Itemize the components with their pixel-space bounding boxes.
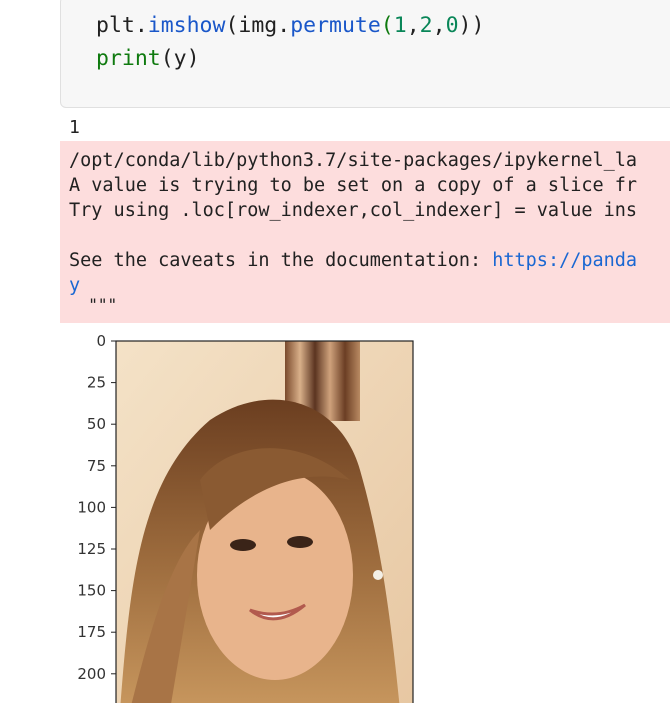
notebook-page: plt.imshow(img.permute(1,2,0)) print(y) … bbox=[0, 0, 670, 703]
y-tick-label: 175 bbox=[77, 623, 106, 641]
y-tick-label: 100 bbox=[77, 498, 106, 516]
portrait-image bbox=[116, 341, 413, 703]
code-line-1: plt.imshow(img.permute(1,2,0)) bbox=[96, 13, 485, 38]
y-tick-label: 150 bbox=[77, 582, 106, 600]
imshow-plot: 0 25 50 75 100 125 150 175 200 bbox=[77, 332, 414, 703]
stdout-output: 1 bbox=[69, 117, 80, 138]
documentation-link[interactable]: https://panda bbox=[492, 250, 637, 271]
y-tick-label: 0 bbox=[96, 332, 106, 350]
stderr-line: """ bbox=[69, 295, 118, 314]
y-tick-label: 200 bbox=[77, 665, 106, 683]
y-tick-label: 75 bbox=[87, 457, 106, 475]
stderr-line: Try using .loc[row_indexer,col_indexer] … bbox=[69, 200, 638, 221]
stderr-line: See the caveats in the documentation: ht… bbox=[69, 250, 638, 271]
code-line-2: print(y) bbox=[96, 46, 200, 71]
y-tick-label: 25 bbox=[87, 374, 106, 392]
y-axis: 0 25 50 75 100 125 150 175 200 bbox=[77, 332, 116, 683]
code-cell[interactable]: plt.imshow(img.permute(1,2,0)) print(y) bbox=[60, 0, 670, 108]
stderr-warning-block: /opt/conda/lib/python3.7/site-packages/i… bbox=[60, 141, 670, 323]
y-tick-label: 50 bbox=[87, 415, 106, 433]
stderr-line: A value is trying to be set on a copy of… bbox=[69, 175, 638, 196]
stderr-line: /opt/conda/lib/python3.7/site-packages/i… bbox=[69, 150, 638, 171]
y-tick-label: 125 bbox=[77, 540, 106, 558]
